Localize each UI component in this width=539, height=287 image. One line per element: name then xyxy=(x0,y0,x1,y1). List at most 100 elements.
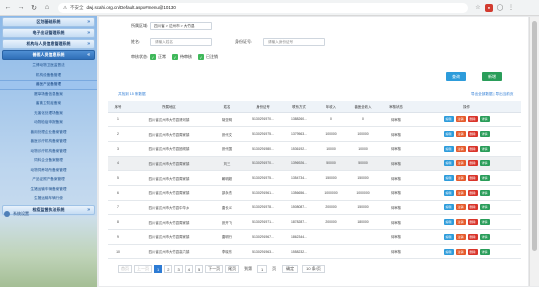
detail-button[interactable]: 详情 xyxy=(479,233,490,240)
query-button[interactable]: 查询 xyxy=(446,72,466,81)
sidebar-item[interactable]: 饲料企业备案管理 xyxy=(0,156,97,166)
reload-icon[interactable]: ↻ xyxy=(29,3,39,13)
edit-button[interactable]: 编辑 xyxy=(443,116,454,123)
name-input[interactable]: 请输入姓名 xyxy=(150,38,212,46)
detail-button[interactable]: 详情 xyxy=(479,189,490,196)
table-row[interactable]: 3 四川省达州市大竹县团坝镇 张代国 5130291980... 1536192... 1… xyxy=(108,141,521,157)
edit-button[interactable]: 编辑 xyxy=(443,233,454,240)
cancel-registration-button[interactable]: 注销 xyxy=(455,204,466,211)
delete-button[interactable]: 删除 xyxy=(467,131,478,138)
edit-button[interactable]: 编辑 xyxy=(443,189,454,196)
home-icon[interactable]: ⌂ xyxy=(42,3,52,13)
address-bar[interactable]: ⚠ 不安全 dwj.scahi.org.cn/Default.aspx#menu… xyxy=(58,2,468,13)
id-input[interactable]: 请输入身份证号 xyxy=(263,38,325,46)
detail-button[interactable]: 详情 xyxy=(479,219,490,226)
sidebar-group-certificate[interactable]: 电子出证管理系统 » xyxy=(2,28,95,38)
edit-button[interactable]: 编辑 xyxy=(443,248,454,255)
delete-button[interactable]: 删除 xyxy=(467,248,478,255)
status-normal-checkbox[interactable]: ✓ 正常 xyxy=(150,54,166,60)
table-row[interactable]: 5 四川省达州市大竹县周家镇 朝明超 5130291975... 1354734... 1… xyxy=(108,170,521,186)
first-page-button[interactable]: 首页 xyxy=(118,265,132,273)
table-row[interactable]: 4 四川省达州市大竹县周家镇 刘三 5130291970... 1396926... 50… xyxy=(108,156,521,172)
detail-button[interactable]: 详情 xyxy=(479,248,490,255)
delete-button[interactable]: 删除 xyxy=(467,116,478,123)
cancel-registration-button[interactable]: 注销 xyxy=(455,248,466,255)
region-select[interactable]: 四川省 > 达州市 > 大竹县 xyxy=(150,22,212,30)
sidebar-item[interactable]: 无害化处理场备案 xyxy=(0,109,97,119)
detail-button[interactable]: 详情 xyxy=(479,145,490,152)
sidebar-item[interactable]: 动物检疫申报备案 xyxy=(0,118,97,128)
cancel-registration-button[interactable]: 注销 xyxy=(455,189,466,196)
page-number[interactable]: 5 xyxy=(194,265,204,273)
delete-button[interactable]: 删除 xyxy=(467,145,478,152)
table-row[interactable]: 8 四川省达州市大竹县周家镇 张开飞 5130291971... 1878287... 2… xyxy=(108,214,521,230)
next-page-button[interactable]: 下一页 xyxy=(205,265,224,273)
status-pending-checkbox[interactable]: ✓ 待审核 xyxy=(172,54,192,60)
cancel-registration-button[interactable]: 注销 xyxy=(455,116,466,123)
delete-button[interactable]: 删除 xyxy=(467,204,478,211)
delete-button[interactable]: 删除 xyxy=(467,189,478,196)
back-icon[interactable]: ← xyxy=(3,3,13,13)
scrollbar-thumb[interactable] xyxy=(532,21,537,251)
jump-input[interactable]: 1 xyxy=(257,265,268,273)
forward-icon[interactable]: → xyxy=(16,3,26,13)
edit-button[interactable]: 编辑 xyxy=(443,204,454,211)
table-row[interactable]: 2 四川省达州市大竹县周家镇 张代文 5130291975... 1379563... 1… xyxy=(108,126,521,142)
cancel-registration-button[interactable]: 注销 xyxy=(455,160,466,167)
delete-button[interactable]: 删除 xyxy=(467,219,478,226)
cancel-registration-button[interactable]: 注销 xyxy=(455,145,466,152)
sidebar-item[interactable]: 畜禽卫防疫备案 xyxy=(0,99,97,109)
cancel-registration-button[interactable]: 注销 xyxy=(455,233,466,240)
page-number[interactable]: 3 xyxy=(174,265,183,273)
jump-confirm-button[interactable]: 确定 xyxy=(282,265,299,273)
table-row[interactable]: 7 四川省达州市大竹县中华乡 唐长义 5130291978... 1508087... 2… xyxy=(108,200,521,216)
add-button[interactable]: 新增 xyxy=(482,72,502,81)
sidebar-item[interactable]: 屠宰场备信息备案 xyxy=(0,90,97,100)
edit-button[interactable]: 编辑 xyxy=(443,219,454,226)
last-page-button[interactable]: 尾页 xyxy=(225,265,240,273)
detail-button[interactable]: 详情 xyxy=(479,116,490,123)
sidebar-item[interactable]: 生猪运输车辆行使 xyxy=(0,194,97,204)
status-cancelled-checkbox[interactable]: ✓ 已注销 xyxy=(198,54,218,60)
profile-icon[interactable]: ◯ xyxy=(496,4,504,12)
cancel-registration-button[interactable]: 注销 xyxy=(455,219,466,226)
table-row[interactable]: 6 四川省达州市大竹县周家镇 邵永杰 5130291961... 1356656... 1… xyxy=(108,185,521,201)
sidebar-item[interactable]: 动物饲养场所备案管理 xyxy=(0,166,97,176)
cancel-registration-button[interactable]: 注销 xyxy=(455,131,466,138)
detail-button[interactable]: 详情 xyxy=(479,204,490,211)
detail-button[interactable]: 详情 xyxy=(479,175,490,182)
table-row[interactable]: 10 四川省达州市大竹县高穴镇 李晓东 5130291963... 1558232...… xyxy=(108,244,521,260)
page-size-select[interactable]: 10 条/页 xyxy=(302,265,325,273)
sidebar-group-region[interactable]: 区划基础系统 » xyxy=(2,17,95,27)
scrollbar[interactable] xyxy=(529,17,539,286)
sidebar-item-active[interactable]: 兽医产品备管理 xyxy=(0,80,97,90)
sidebar-item[interactable]: 机构设备备管理 xyxy=(0,71,97,81)
table-row[interactable]: 1 四川省达州市大竹县清河镇 胡亚明 5130291970... 1388260... 0… xyxy=(108,112,521,128)
page-number[interactable]: 2 xyxy=(164,265,173,273)
page-number-current[interactable]: 1 xyxy=(154,265,163,273)
edit-button[interactable]: 编辑 xyxy=(443,131,454,138)
star-icon[interactable]: ☆ xyxy=(474,4,482,12)
table-row[interactable]: 9 四川省达州市大竹县周家镇 唐明行 5130291967... 1862344... 待… xyxy=(108,229,521,245)
edit-button[interactable]: 编辑 xyxy=(443,145,454,152)
sidebar-item[interactable]: 动物诊疗机构备案管理 xyxy=(0,147,97,157)
sidebar-item[interactable]: 产品证照产备案管理 xyxy=(0,175,97,185)
page-number[interactable]: 4 xyxy=(184,265,193,273)
delete-button[interactable]: 删除 xyxy=(467,175,478,182)
export-links[interactable]: 导出全部数据 | 导出当前页 xyxy=(471,92,513,97)
cancel-registration-button[interactable]: 注销 xyxy=(455,175,466,182)
menu-icon[interactable]: ⋮ xyxy=(507,4,515,12)
delete-button[interactable]: 删除 xyxy=(467,233,478,240)
edit-button[interactable]: 编辑 xyxy=(443,160,454,167)
detail-button[interactable]: 详情 xyxy=(479,131,490,138)
extension-icon[interactable]: ● xyxy=(485,3,493,12)
sidebar-group-vet[interactable]: 兽医人员信息系统 « xyxy=(2,50,95,60)
sidebar-item[interactable]: 生猪运输车辆备案管理 xyxy=(0,185,97,195)
edit-button[interactable]: 编辑 xyxy=(443,175,454,182)
system-settings-link[interactable]: 系统设置 xyxy=(2,209,95,219)
sidebar-item[interactable]: 兽用处理企业备案管理 xyxy=(0,128,97,138)
sidebar-group-org[interactable]: 机构与人员信息管理系统 » xyxy=(2,39,95,49)
prev-page-button[interactable]: 上一页 xyxy=(134,265,152,273)
delete-button[interactable]: 删除 xyxy=(467,160,478,167)
detail-button[interactable]: 详情 xyxy=(479,160,490,167)
